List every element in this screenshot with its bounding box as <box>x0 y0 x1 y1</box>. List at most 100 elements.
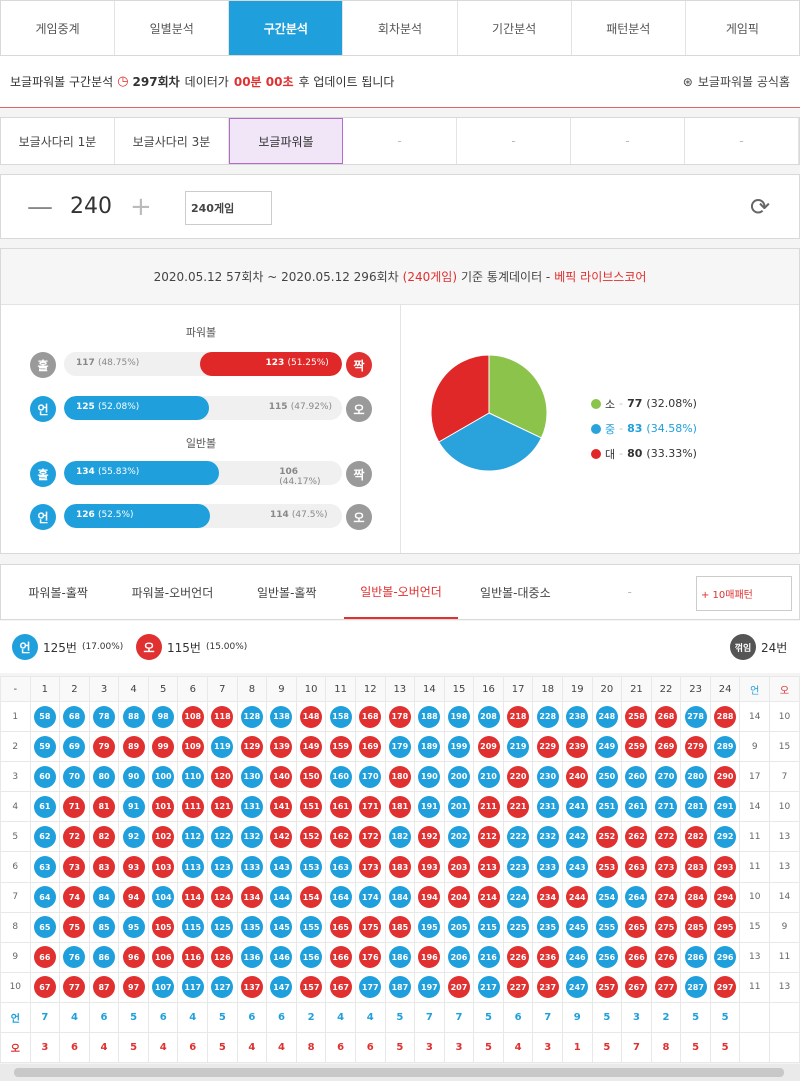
result-ball: 239 <box>566 735 589 758</box>
nav-tab[interactable]: 게임픽 <box>686 1 799 55</box>
pattern-tab[interactable]: 일반볼-대중소 <box>458 565 572 619</box>
stats-header: 2020.05.12 57회차 ~ 2020.05.12 296회차 (240게… <box>1 249 799 305</box>
column-over-count-row: 오364546544866533543157855 <box>0 1032 800 1064</box>
grid-cell: 141 <box>266 791 297 823</box>
grid-cell: 222 <box>502 821 534 853</box>
result-ball: 236 <box>536 946 559 969</box>
result-ball: 113 <box>181 856 204 879</box>
result-ball: 70 <box>63 765 86 788</box>
left-pct: (52.5%) <box>97 510 134 520</box>
column-under-count-label: 언 <box>0 1001 31 1034</box>
result-ball: 138 <box>270 705 293 728</box>
grid-row: 6 63 73 83 93 103 113 123 133 143 153 163 173 183 193 2… <box>0 851 800 883</box>
legend-dot <box>591 448 601 459</box>
decrease-button[interactable]: — <box>27 192 53 222</box>
pattern-tab[interactable]: 파워볼-오버언더 <box>115 565 229 619</box>
grid-cell: 130 <box>236 761 268 793</box>
result-ball: 197 <box>418 976 441 999</box>
grid-cell: 64 <box>29 881 61 913</box>
column-over-count: 4 <box>147 1032 179 1064</box>
pattern-summary: 언 125번 (17.00%) 오 115번 (15.00%) 꺾임 24번 <box>0 621 800 673</box>
legend-category: 대 <box>605 447 616 461</box>
result-ball: 255 <box>595 916 618 939</box>
grid-cell: 116 <box>177 941 209 973</box>
grid-cell: 62 <box>29 821 61 853</box>
result-ball: 240 <box>566 765 589 788</box>
grid-cell: 60 <box>29 761 61 793</box>
pattern-tab[interactable]: 일반볼-홀짝 <box>230 565 344 619</box>
result-ball: 131 <box>240 795 263 818</box>
official-home-link[interactable]: ⊛ 보글파워볼 공식홈 <box>683 73 790 90</box>
result-ball: 91 <box>122 795 145 818</box>
left-value: 134 (55.83%) <box>76 467 139 477</box>
game-subtab: - <box>343 118 457 164</box>
legend-dot <box>591 423 601 434</box>
grid-cell: 182 <box>384 821 416 853</box>
result-ball: 220 <box>507 765 530 788</box>
grid-cell: 253 <box>591 851 623 883</box>
result-ball: 72 <box>63 825 86 848</box>
refresh-icon[interactable]: ⟳ <box>750 193 770 221</box>
grid-cell: 75 <box>59 911 90 943</box>
row-under-count: 10 <box>739 881 771 913</box>
grid-cell: 107 <box>147 971 179 1003</box>
game-subtab[interactable]: 보글파워볼 <box>229 118 343 164</box>
result-ball: 288 <box>714 705 737 728</box>
result-ball: 159 <box>329 735 352 758</box>
increase-button[interactable]: + <box>130 192 152 222</box>
result-ball: 266 <box>625 946 648 969</box>
result-ball: 198 <box>447 705 470 728</box>
result-ball: 244 <box>566 886 589 909</box>
grid-cell: 213 <box>473 851 504 883</box>
pattern-tab[interactable]: 일반볼-오버언더 <box>343 565 459 619</box>
result-ball: 78 <box>93 705 116 728</box>
result-ball: 221 <box>507 795 530 818</box>
nav-tab[interactable]: 구간분석 <box>229 1 344 55</box>
nav-tab[interactable]: 일별분석 <box>115 1 230 55</box>
grid-cell: 232 <box>532 821 563 853</box>
game-subtab[interactable]: 보글사다리 3분 <box>115 118 229 164</box>
grid-cell: 256 <box>591 941 623 973</box>
grid-cell: 184 <box>384 881 416 913</box>
grid-column-header: 17 <box>502 676 534 702</box>
right-value: 106 (44.17%) <box>279 467 342 485</box>
row-over-count: 13 <box>769 971 800 1003</box>
result-ball: 142 <box>270 825 293 848</box>
grid-cell: 250 <box>591 761 623 793</box>
column-over-count-label: 오 <box>0 1032 31 1064</box>
grid-cell: 89 <box>118 731 149 763</box>
grid-cell: 226 <box>502 941 534 973</box>
result-ball: 165 <box>329 916 352 939</box>
column-over-count: 5 <box>680 1032 711 1064</box>
horizontal-scrollbar[interactable] <box>0 1064 800 1081</box>
over-summary: 오 115번 (15.00%) <box>136 634 247 660</box>
grid-cell: 96 <box>118 941 149 973</box>
game-subtab[interactable]: 보글사다리 1분 <box>1 118 115 164</box>
under-pct: (17.00%) <box>81 642 124 652</box>
grid-row-number: 9 <box>0 941 31 973</box>
column-under-count: 5 <box>709 1001 741 1034</box>
game-count-input[interactable]: 240게임 <box>185 191 272 225</box>
grid-cell: 126 <box>207 941 238 973</box>
nav-tab[interactable]: 패턴분석 <box>572 1 686 55</box>
grid-cell: 174 <box>354 881 386 913</box>
result-ball: 63 <box>33 856 56 879</box>
result-ball: 65 <box>33 916 56 939</box>
grid-column-header: 23 <box>680 676 711 702</box>
nav-tab[interactable]: 게임중계 <box>1 1 116 55</box>
right-pct: (44.17%) <box>279 477 321 485</box>
nav-tab[interactable]: 회차분석 <box>343 1 458 55</box>
scrollbar-thumb[interactable] <box>14 1068 784 1077</box>
pattern-tab[interactable]: 파워볼-홀짝 <box>1 565 115 619</box>
result-ball: 139 <box>270 735 293 758</box>
grid-cell: 180 <box>384 761 416 793</box>
grid-cell: 199 <box>443 731 475 763</box>
result-ball: 126 <box>211 946 234 969</box>
right-pct: (47.5%) <box>291 510 328 520</box>
grid-side-header: 언 <box>739 676 771 702</box>
result-ball: 252 <box>595 825 618 848</box>
grid-cell: 127 <box>207 971 238 1003</box>
nav-tab[interactable]: 기간분석 <box>458 1 572 55</box>
ten-pattern-button[interactable]: + 10매패턴 <box>696 576 792 611</box>
grid-cell: 74 <box>59 881 90 913</box>
